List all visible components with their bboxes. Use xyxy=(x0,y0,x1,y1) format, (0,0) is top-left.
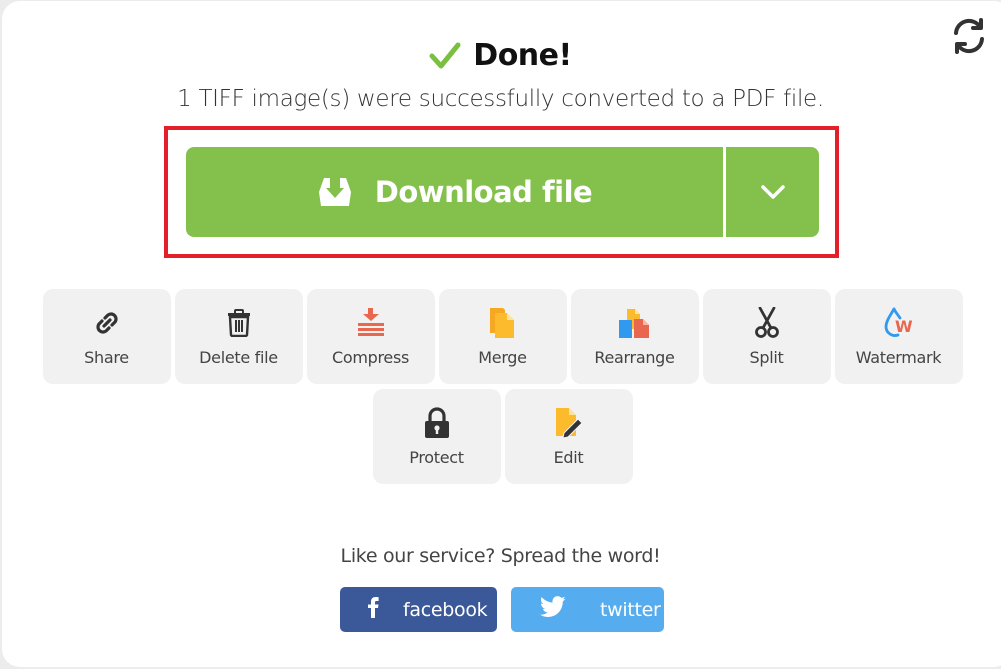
facebook-label: facebook xyxy=(403,598,488,621)
tool-label: Split xyxy=(749,348,784,367)
tool-label: Watermark xyxy=(855,348,942,367)
edit-file-icon xyxy=(554,407,584,439)
compress-icon xyxy=(357,307,385,339)
download-options-toggle[interactable] xyxy=(726,147,819,237)
merge-icon xyxy=(489,307,517,339)
link-icon xyxy=(93,307,121,339)
tool-label: Rearrange xyxy=(594,348,675,367)
watermark-icon: W xyxy=(883,307,915,339)
tool-label: Protect xyxy=(409,448,464,467)
tool-merge[interactable]: Merge xyxy=(438,289,567,384)
svg-text:W: W xyxy=(895,317,913,336)
lock-icon xyxy=(423,407,451,439)
status-title: Done! xyxy=(473,38,572,73)
tool-label: Delete file xyxy=(199,348,278,367)
tool-label: Share xyxy=(84,348,129,367)
twitter-share-button[interactable]: twitter xyxy=(511,587,664,632)
twitter-label: twitter xyxy=(600,598,661,621)
twitter-icon xyxy=(539,596,566,623)
chevron-down-icon xyxy=(760,185,785,199)
tool-label: Compress xyxy=(331,348,410,367)
facebook-icon xyxy=(367,596,379,623)
conversion-message: 1 TIFF image(s) were successfully conver… xyxy=(177,86,824,112)
download-file-label: Download file xyxy=(374,175,593,209)
tool-protect[interactable]: Protect xyxy=(372,389,501,484)
tool-compress[interactable]: Compress xyxy=(306,289,435,384)
tool-delete-file[interactable]: Delete file xyxy=(174,289,303,384)
tools-grid: Share Delete file Compress Merge Rearran… xyxy=(40,289,965,484)
check-icon xyxy=(429,42,461,68)
tool-label: Edit xyxy=(553,448,584,467)
share-prompt: Like our service? Spread the word! xyxy=(340,545,661,567)
tool-rearrange[interactable]: Rearrange xyxy=(570,289,699,384)
download-file-button[interactable]: Download file xyxy=(186,147,723,237)
tool-edit[interactable]: Edit xyxy=(504,389,633,484)
tool-label: Merge xyxy=(478,348,527,367)
tool-share[interactable]: Share xyxy=(42,289,171,384)
download-tray-icon xyxy=(318,178,351,206)
rearrange-icon xyxy=(618,307,652,339)
scissors-icon xyxy=(754,307,779,339)
trash-icon xyxy=(227,307,251,339)
tool-watermark[interactable]: W Watermark xyxy=(834,289,963,384)
tool-split[interactable]: Split xyxy=(702,289,831,384)
facebook-share-button[interactable]: facebook xyxy=(340,587,497,632)
status-row: Done! xyxy=(0,38,1001,73)
